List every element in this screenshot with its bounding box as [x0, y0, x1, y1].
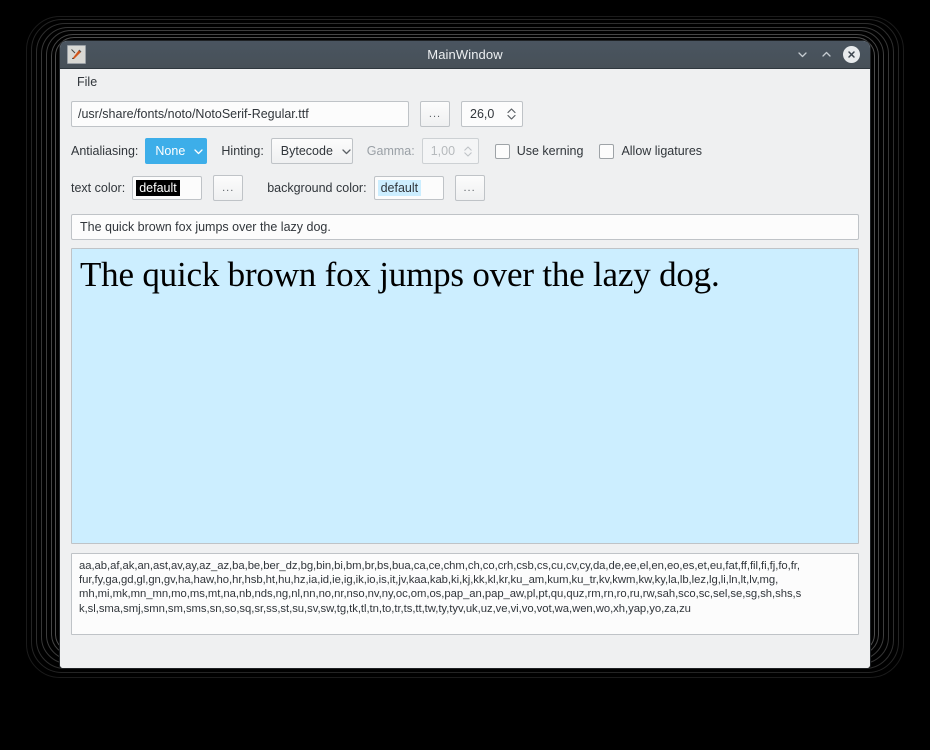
font-render-preview: The quick brown fox jumps over the lazy … [71, 248, 859, 544]
background-color-label: background color: [267, 181, 367, 195]
main-window: MainWindow File /usr/share/fonts/noto/No… [60, 41, 870, 668]
hinting-dropdown[interactable]: Bytecode [270, 138, 353, 164]
use-kerning-checkbox[interactable]: Use kerning [494, 143, 584, 159]
rendered-sample-text: The quick brown fox jumps over the lazy … [80, 255, 720, 294]
chevron-down-icon [341, 146, 352, 157]
menu-item-file[interactable]: File [70, 72, 104, 92]
checkbox-box-icon[interactable] [599, 143, 615, 159]
language-line: aa,ab,af,ak,an,ast,av,ay,az_az,ba,be,ber… [79, 560, 800, 572]
background-color-value: default [377, 180, 422, 196]
window-title: MainWindow [427, 47, 503, 62]
language-line: fur,fy,ga,gd,gl,gn,gv,ha,haw,ho,hr,hsb,h… [79, 574, 779, 587]
font-path-input[interactable]: /usr/share/fonts/noto/NotoSerif-Regular.… [71, 101, 409, 127]
app-icon [67, 45, 86, 64]
gamma-value: 1,00 [430, 144, 456, 158]
window-titlebar[interactable]: MainWindow [60, 41, 870, 69]
background-color-field[interactable]: default [373, 176, 444, 200]
color-row: text color: default ... background color… [71, 175, 859, 201]
gamma-spinbox[interactable]: 1,00 [421, 138, 479, 164]
spinner-arrows-icon[interactable] [463, 144, 473, 159]
menubar: File [60, 69, 870, 95]
text-color-value: default [136, 180, 180, 196]
text-color-field[interactable]: default [132, 176, 203, 200]
desktop-background: MainWindow File /usr/share/fonts/noto/No… [0, 0, 930, 750]
supported-languages-box[interactable]: aa,ab,af,ak,an,ast,av,ay,az_az,ba,be,ber… [71, 553, 859, 635]
gamma-label: Gamma: [366, 144, 415, 158]
antialiasing-label: Antialiasing: [71, 144, 139, 158]
use-kerning-label: Use kerning [516, 144, 584, 158]
chevron-down-icon [193, 146, 204, 157]
background-color-browse-button[interactable]: ... [454, 175, 485, 201]
checkbox-box-icon[interactable] [494, 143, 510, 159]
hinting-label: Hinting: [221, 144, 264, 158]
spinner-arrows-icon[interactable] [506, 106, 517, 122]
window-controls [795, 46, 860, 63]
minimize-icon[interactable] [795, 47, 810, 62]
client-area: /usr/share/fonts/noto/NotoSerif-Regular.… [60, 95, 870, 668]
render-options-row: Antialiasing: None Hinting: Bytecode Gam… [71, 138, 859, 164]
close-icon[interactable] [843, 46, 860, 63]
antialiasing-dropdown[interactable]: None [145, 138, 208, 164]
antialiasing-value: None [155, 144, 186, 158]
text-color-browse-button[interactable]: ... [213, 175, 244, 201]
text-color-label: text color: [71, 181, 126, 195]
font-browse-button[interactable]: ... [420, 101, 450, 127]
allow-ligatures-checkbox[interactable]: Allow ligatures [599, 143, 703, 159]
font-size-value: 26,0 [470, 107, 495, 121]
preview-text-input[interactable]: The quick brown fox jumps over the lazy … [71, 214, 859, 240]
maximize-icon[interactable] [819, 47, 834, 62]
font-file-row: /usr/share/fonts/noto/NotoSerif-Regular.… [71, 101, 859, 127]
language-line: mh,mi,mk,mn_mn,mo,ms,mt,na,nb,nds,ng,nl,… [79, 588, 802, 601]
allow-ligatures-label: Allow ligatures [621, 144, 703, 158]
language-line: k,sl,sma,smj,smn,sm,sms,sn,so,sq,sr,ss,s… [79, 602, 691, 615]
font-size-spinbox[interactable]: 26,0 [461, 101, 523, 127]
hinting-value: Bytecode [280, 144, 333, 158]
